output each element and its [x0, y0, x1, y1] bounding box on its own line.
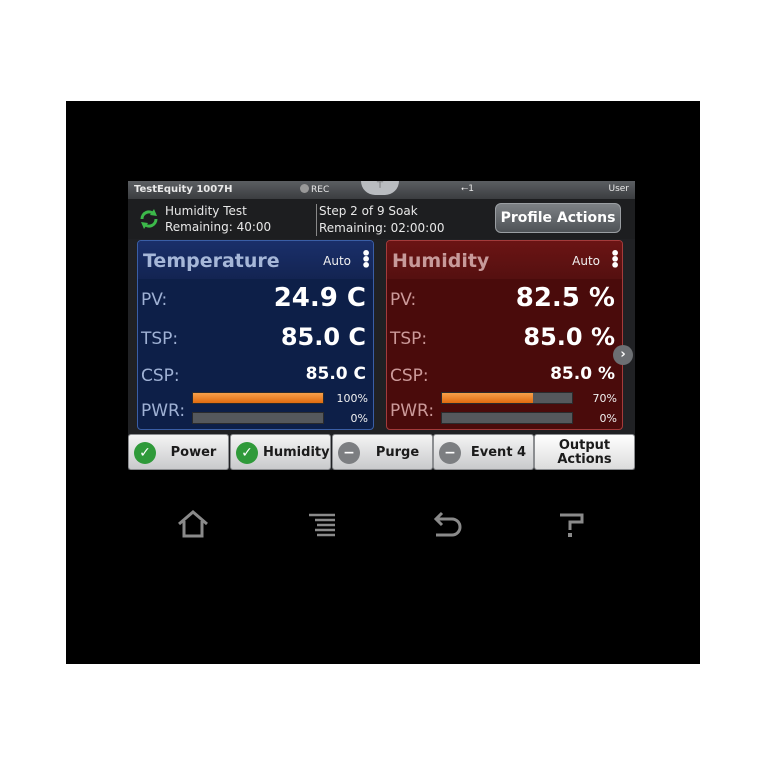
temperature-mode: Auto — [323, 254, 351, 268]
output-actions-line2: Actions — [557, 452, 612, 467]
power-bar-heat — [192, 392, 324, 404]
kebab-menu-icon[interactable]: • • • — [610, 246, 620, 274]
power-pct-dehumidify: 0% — [599, 412, 617, 425]
home-icon[interactable] — [175, 508, 211, 540]
temperature-tsp[interactable]: 85.0 C — [281, 323, 366, 351]
tsp-label: TSP: — [141, 329, 179, 349]
step-text: Step 2 of 9 Soak — [319, 204, 418, 218]
output-actions-line1: Output — [558, 438, 611, 453]
usb-count: 1 — [468, 184, 474, 194]
pv-label: PV: — [390, 290, 417, 310]
chevron-right-icon[interactable]: › — [613, 345, 633, 365]
csp-label: CSP: — [141, 366, 180, 386]
cycle-arrows-icon — [140, 209, 158, 229]
output-event4-button[interactable]: − Event 4 — [433, 434, 534, 470]
record-icon — [300, 184, 309, 193]
humidity-panel[interactable]: Humidity Auto • • • PV: 82.5 % TSP: 85.0 %… — [386, 240, 623, 430]
profile-actions-button[interactable]: Profile Actions — [495, 203, 621, 233]
output-purge-button[interactable]: − Purge — [332, 434, 433, 470]
pwr-label: PWR: — [390, 401, 435, 421]
user-label[interactable]: User — [608, 184, 629, 194]
humidity-csp: 85.0 % — [550, 364, 615, 384]
minus-icon: − — [338, 442, 360, 464]
check-icon: ✓ — [236, 442, 258, 464]
humidity-tsp[interactable]: 85.0 % — [523, 323, 615, 351]
output-label: Power — [170, 445, 217, 460]
status-bar: TestEquity 1007H REC ⊤ ⭠1 User — [128, 181, 635, 199]
humidity-pv: 82.5 % — [515, 283, 615, 313]
minus-icon: − — [439, 442, 461, 464]
tsp-label: TSP: — [390, 329, 428, 349]
power-bar-fill — [442, 393, 533, 403]
check-icon: ✓ — [134, 442, 156, 464]
humidity-title: Humidity — [392, 250, 490, 272]
pwr-label: PWR: — [141, 401, 186, 421]
power-bar-dehumidify — [441, 412, 573, 424]
step-remaining: Remaining: 02:00:00 — [319, 221, 445, 235]
temperature-header: Temperature Auto • • • — [138, 241, 373, 279]
humidity-mode: Auto — [572, 254, 600, 268]
power-bar-cool — [192, 412, 324, 424]
output-actions-button[interactable]: Output Actions — [534, 434, 635, 470]
output-label: Humidity — [263, 445, 330, 460]
csp-label: CSP: — [390, 366, 429, 386]
temperature-pv: 24.9 C — [273, 283, 366, 313]
profile-remaining: Remaining: 40:00 — [165, 220, 272, 234]
temperature-title: Temperature — [143, 250, 280, 272]
record-indicator[interactable]: REC — [300, 184, 329, 195]
help-icon[interactable] — [554, 508, 590, 540]
output-label: Event 4 — [470, 445, 527, 460]
touch-screen: TestEquity 1007H REC ⊤ ⭠1 User Humidity … — [128, 181, 635, 470]
record-label: REC — [311, 185, 330, 195]
output-humidity-button[interactable]: ✓ Humidity — [230, 434, 331, 470]
power-pct-humidify: 70% — [592, 392, 617, 405]
pv-label: PV: — [141, 290, 168, 310]
profile-status: Humidity Test Remaining: 40:00 Step 2 of… — [128, 199, 635, 239]
profile-name: Humidity Test — [165, 204, 247, 218]
chevron-down-icon: ⊤ — [376, 181, 384, 191]
power-bar-humidify — [441, 392, 573, 404]
pull-down-tab[interactable]: ⊤ — [361, 181, 399, 195]
humidity-header: Humidity Auto • • • — [387, 241, 622, 279]
power-bar-fill — [193, 393, 323, 403]
temperature-panel[interactable]: Temperature Auto • • • PV: 24.9 C TSP: 85.… — [137, 240, 374, 430]
output-label: Purge — [375, 445, 420, 460]
temperature-csp: 85.0 C — [305, 364, 366, 384]
output-buttons: ✓ Power ✓ Humidity − Purge − Event 4 Out… — [128, 434, 635, 470]
kebab-menu-icon[interactable]: • • • — [361, 246, 371, 274]
step-info: Step 2 of 9 Soak Remaining: 02:00:00 — [316, 204, 444, 236]
usb-indicator: ⭠1 — [461, 184, 474, 194]
model-name: TestEquity 1007H — [134, 184, 233, 195]
back-icon[interactable] — [428, 508, 464, 540]
power-pct-cool: 0% — [350, 412, 368, 425]
power-pct-heat: 100% — [336, 392, 368, 405]
output-power-button[interactable]: ✓ Power — [128, 434, 229, 470]
menu-icon[interactable] — [305, 508, 341, 540]
